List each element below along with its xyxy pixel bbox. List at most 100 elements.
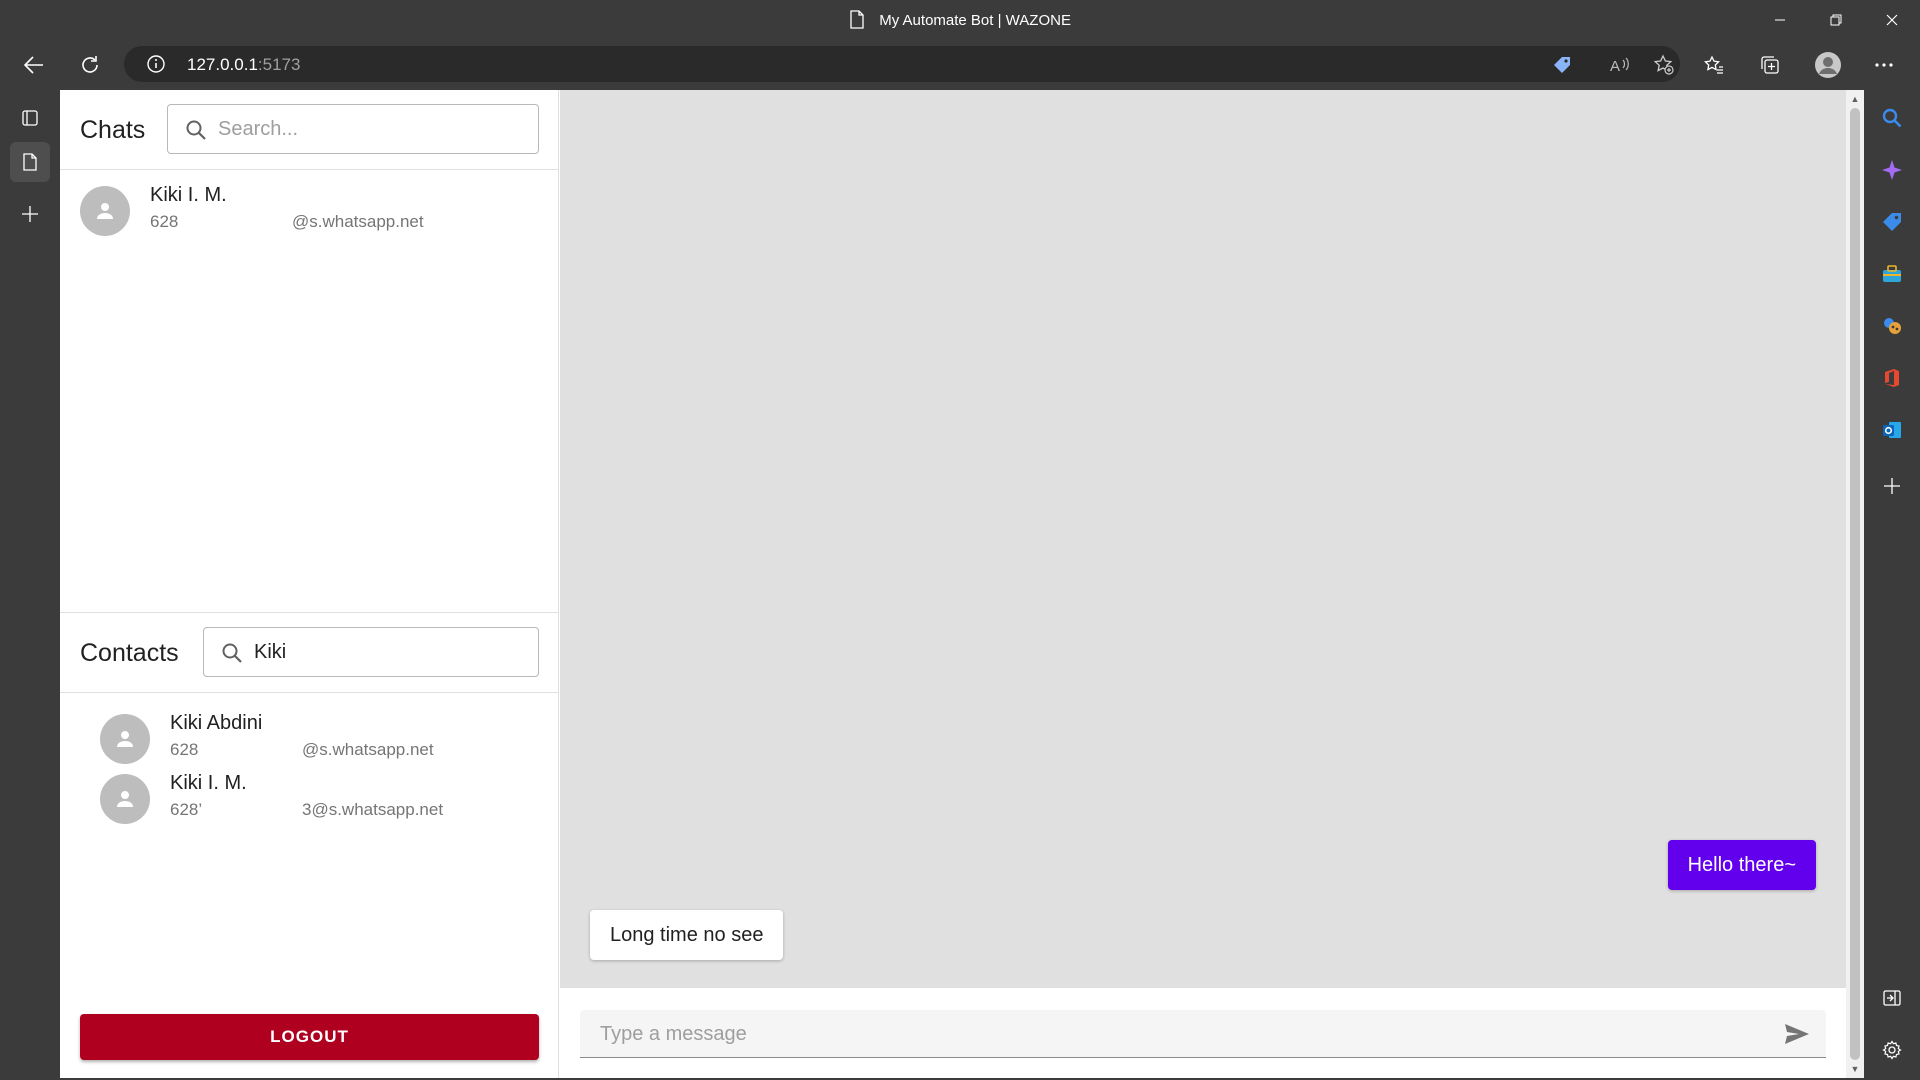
restore-icon: [1830, 14, 1842, 26]
chat-name: Kiki I. M.: [150, 184, 227, 206]
contact-jid: 628 @s.whatsapp.net: [170, 740, 434, 760]
contact-jid-suffix: 3@s.whatsapp.net: [302, 800, 444, 819]
person-icon: [117, 791, 133, 807]
message-composer: [560, 988, 1846, 1078]
window-title: My Automate Bot | WAZONE: [879, 12, 1071, 29]
chat-jid-prefix: 628: [150, 212, 179, 231]
favorites-button[interactable]: [1696, 48, 1732, 82]
search-icon: [220, 641, 244, 670]
search-icon: [184, 118, 208, 147]
sidebar-add-button[interactable]: [1878, 472, 1906, 500]
browser-toolbar: 127.0.0.1:5173 A: [0, 40, 1920, 90]
contact-name: Kiki I. M.: [170, 772, 247, 794]
person-icon: [117, 731, 133, 747]
shopping-tag-icon: [1883, 213, 1901, 231]
scroll-down-arrow[interactable]: ▼: [1850, 1064, 1860, 1074]
sparkle-icon: [1882, 160, 1902, 180]
new-tab-button[interactable]: [10, 194, 50, 234]
more-dots-icon: [1875, 63, 1893, 67]
close-window-button[interactable]: [1864, 0, 1920, 40]
person-icon: [97, 203, 113, 219]
sidebar-toggle-icon: [1883, 990, 1901, 1006]
restore-button[interactable]: [1808, 0, 1864, 40]
add-favorite-icon[interactable]: [1652, 53, 1676, 77]
back-arrow-icon: [23, 56, 43, 74]
sidebar-shopping-button[interactable]: [1878, 208, 1906, 236]
contact-jid-prefix: 628’: [170, 800, 203, 819]
page-document-icon: [849, 10, 865, 33]
toolbox-icon: [1883, 265, 1901, 282]
window-title-wrap: My Automate Bot | WAZONE: [0, 10, 1920, 33]
scrollbar-thumb[interactable]: [1850, 108, 1860, 1060]
message-input[interactable]: [600, 1020, 1750, 1048]
more-menu-button[interactable]: [1866, 48, 1902, 82]
url-host: 127.0.0.1: [187, 55, 258, 74]
back-button[interactable]: [16, 48, 52, 82]
contacts-heading: Contacts: [80, 639, 179, 667]
outlook-icon: [1883, 422, 1901, 438]
svg-text:A: A: [1610, 58, 1620, 75]
send-button[interactable]: [1782, 1020, 1812, 1048]
side-panel: Chats Kiki I. M. 628 @s.whatsapp.net Con…: [60, 90, 559, 1078]
profile-avatar-icon: [1815, 52, 1841, 78]
logout-button[interactable]: LOGOUT: [80, 1014, 539, 1060]
window-titlebar: My Automate Bot | WAZONE: [0, 0, 1920, 40]
minimize-button[interactable]: [1752, 0, 1808, 40]
close-icon: [1886, 14, 1898, 26]
active-tab[interactable]: [10, 142, 50, 182]
avatar: [100, 714, 150, 764]
sidebar-outlook-button[interactable]: [1878, 416, 1906, 444]
contact-jid-prefix: 628: [170, 740, 199, 759]
plus-icon: [22, 206, 38, 222]
collections-icon: [1761, 56, 1779, 74]
sidebar-search-button[interactable]: [1878, 104, 1906, 132]
reload-icon: [82, 56, 98, 73]
read-aloud-icon[interactable]: A: [1607, 53, 1631, 77]
scroll-up-arrow[interactable]: ▲: [1850, 94, 1860, 104]
sidebar-copilot-button[interactable]: [1878, 156, 1906, 184]
contact-name: Kiki Abdini: [170, 712, 263, 734]
contact-jid-suffix: @s.whatsapp.net: [302, 740, 434, 759]
sidebar-office-button[interactable]: [1878, 364, 1906, 392]
address-bar[interactable]: 127.0.0.1:5173 A: [124, 46, 1680, 82]
message-field[interactable]: [580, 1010, 1826, 1058]
window-controls: [1752, 0, 1920, 40]
chats-heading: Chats: [80, 116, 146, 144]
avatar: [100, 774, 150, 824]
contact-jid: 628’ 3@s.whatsapp.net: [170, 800, 443, 820]
profile-button[interactable]: [1810, 48, 1846, 82]
sidebar-games-button[interactable]: [1878, 312, 1906, 340]
chat-message-area: Hello there~ Long time no see: [560, 90, 1846, 988]
chats-header: Chats: [60, 90, 559, 170]
chat-jid: 628 @s.whatsapp.net: [150, 212, 424, 232]
favorites-icon: [1703, 55, 1723, 74]
site-info-icon[interactable]: [146, 54, 166, 79]
outgoing-message-bubble: Hello there~: [1667, 840, 1816, 890]
send-icon: [1785, 1024, 1809, 1044]
contacts-search-input[interactable]: [254, 638, 554, 666]
url-port: :5173: [257, 55, 301, 74]
sidebar-tools-button[interactable]: [1878, 260, 1906, 288]
sidebar-settings-button[interactable]: [1878, 1036, 1906, 1064]
contacts-search-box[interactable]: [203, 627, 554, 677]
contacts-header: Contacts: [60, 613, 559, 693]
page-tab-icon: [23, 153, 37, 171]
reload-button[interactable]: [72, 48, 108, 82]
chat-jid-suffix: @s.whatsapp.net: [292, 212, 424, 231]
avatar: [80, 186, 130, 236]
shopping-tag-icon[interactable]: [1550, 53, 1574, 77]
page-scrollbar[interactable]: ▲ ▼: [1846, 90, 1864, 1078]
gear-icon: [1882, 1040, 1902, 1060]
collections-button[interactable]: [1752, 48, 1788, 82]
contact-list-item[interactable]: Kiki I. M. 628’ 3@s.whatsapp.net: [100, 770, 540, 826]
contact-list-item[interactable]: Kiki Abdini 628 @s.whatsapp.net: [100, 710, 540, 766]
chat-list-item[interactable]: Kiki I. M. 628 @s.whatsapp.net: [80, 182, 540, 238]
sidebar-hide-button[interactable]: [1878, 984, 1906, 1012]
minimize-icon: [1775, 19, 1785, 21]
edge-sidebar: [1864, 90, 1920, 1080]
chats-search-input[interactable]: [218, 115, 518, 143]
search-icon: [1882, 108, 1902, 128]
tab-actions-button[interactable]: [10, 98, 50, 138]
office-icon: [1885, 369, 1899, 387]
chats-search-box[interactable]: [167, 104, 539, 154]
